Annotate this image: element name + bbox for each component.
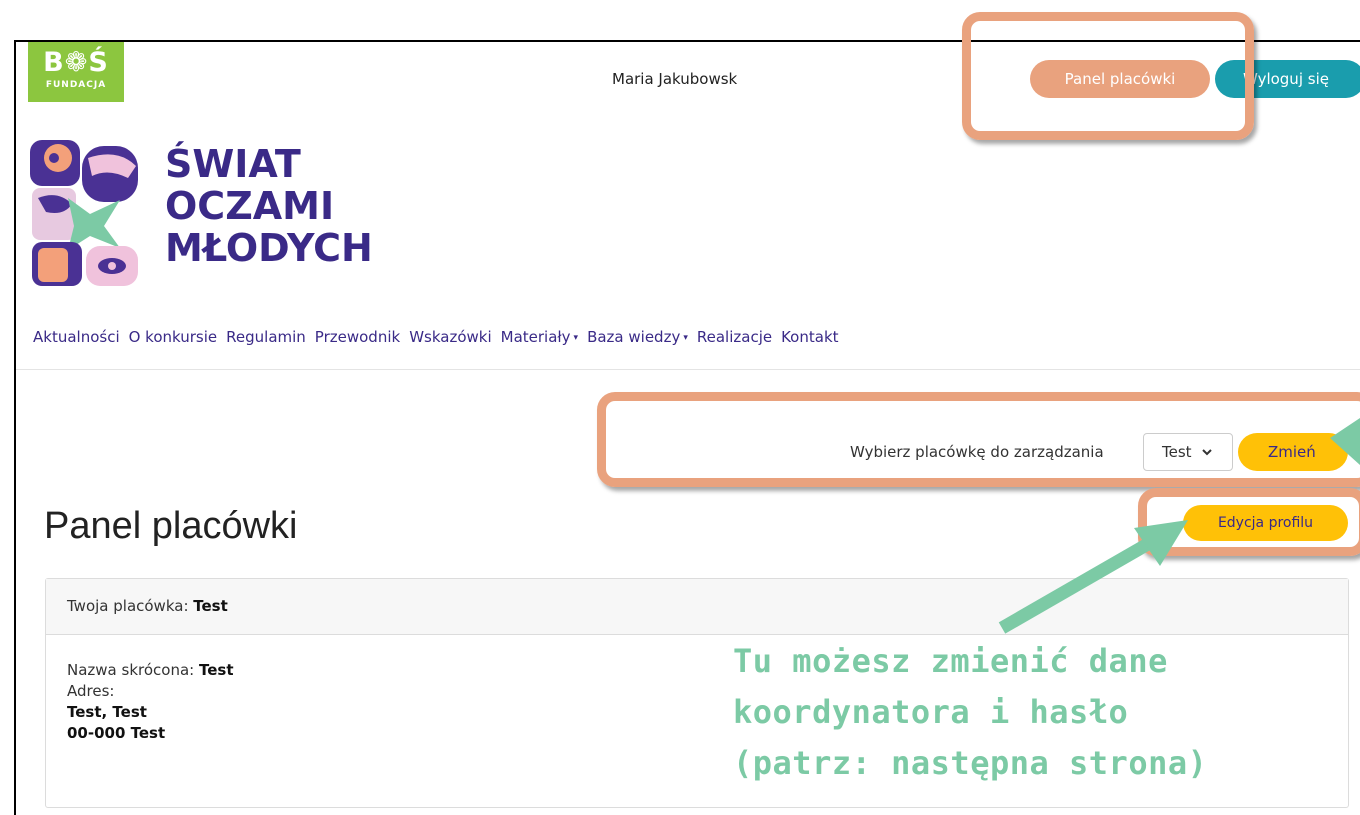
nav-item-o-konkursie[interactable]: O konkursie [129, 328, 218, 346]
highlight-facility-selector [597, 392, 1360, 487]
annotation-line-1: Tu możesz zmienić dane [733, 642, 1168, 680]
nav-item-regulamin[interactable]: Regulamin [226, 328, 306, 346]
annotation-line-2: koordynatora i hasło [733, 693, 1129, 731]
user-name: Maria Jakubowsk [612, 70, 738, 88]
facility-name: Test [193, 597, 228, 615]
site-title-line-2: OCZAMI [165, 184, 335, 228]
nav-item-baza-wiedzy-label: Baza wiedzy [587, 328, 681, 346]
caret-down-icon: ▾ [683, 332, 688, 343]
main-nav: Aktualności O konkursie Regulamin Przewo… [33, 328, 839, 346]
nav-item-wskazowki[interactable]: Wskazówki [409, 328, 491, 346]
address-line-1: Test, Test [67, 703, 147, 721]
annotation-line-3: (patrz: następna strona) [733, 744, 1208, 782]
faces-logo-icon[interactable] [28, 138, 143, 288]
bos-foundation-logo[interactable]: B❁Ś FUNDACJA [28, 42, 124, 102]
highlight-panel-button [962, 12, 1254, 140]
nav-divider [16, 369, 1360, 370]
nav-item-przewodnik[interactable]: Przewodnik [315, 328, 400, 346]
nav-item-realizacje[interactable]: Realizacje [697, 328, 772, 346]
site-title-line-1: ŚWIAT [165, 142, 301, 186]
page-title: Panel placówki [44, 505, 298, 547]
facility-label: Twoja placówka: [67, 597, 194, 615]
caret-down-icon: ▾ [573, 332, 579, 343]
bos-logo-sub: FUNDACJA [45, 80, 107, 90]
address-line-2: 00-000 Test [67, 724, 166, 742]
nav-item-kontakt[interactable]: Kontakt [781, 328, 838, 346]
annotation-note: Tu możesz zmienić dane koordynatora i ha… [733, 636, 1207, 789]
site-title[interactable]: ŚWIAT OCZAMI MŁODYCH [165, 143, 373, 269]
short-name-value: Test [198, 661, 234, 679]
short-name-label: Nazwa skrócona: [67, 661, 199, 679]
nav-item-baza-wiedzy[interactable]: Baza wiedzy ▾ [587, 328, 688, 346]
highlight-edit-profile [1138, 488, 1360, 556]
nav-item-aktualnosci[interactable]: Aktualności [33, 328, 120, 346]
nav-item-materialy[interactable]: Materiały ▾ [501, 328, 578, 346]
facility-card-header: Twoja placówka: Test [46, 579, 1348, 635]
site-title-line-3: MŁODYCH [165, 226, 373, 270]
bos-logo-main: B❁Ś [43, 47, 109, 78]
nav-item-materialy-label: Materiały [500, 328, 571, 346]
